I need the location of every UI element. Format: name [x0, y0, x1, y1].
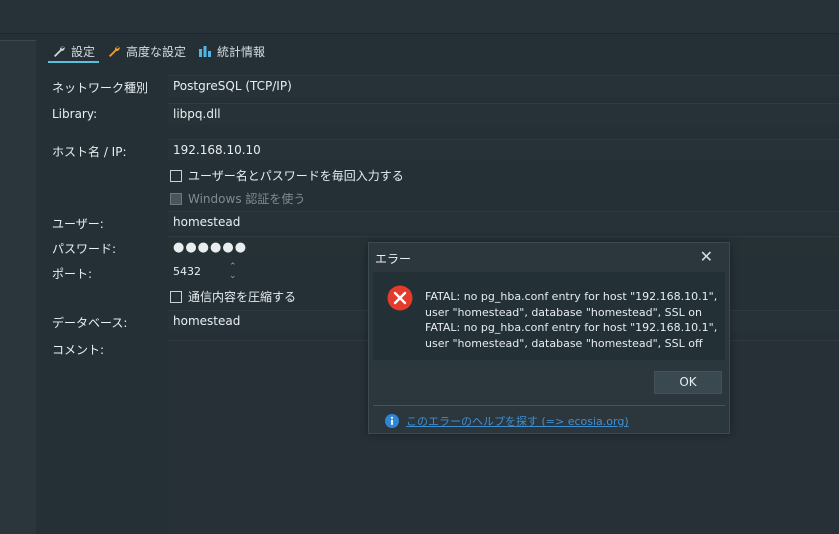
bar-chart-icon — [199, 46, 212, 57]
wrench-orange-icon — [109, 46, 120, 57]
session-list-panel[interactable] — [0, 40, 36, 534]
help-link[interactable]: このエラーのヘルプを探す (=> ecosia.org) — [406, 413, 629, 429]
tab-advanced-settings[interactable]: 高度な設定 — [103, 41, 190, 61]
tab-statistics[interactable]: 統計情報 — [194, 41, 269, 61]
windows-auth-checkbox-row: Windows 認証を使う — [170, 190, 305, 207]
port-spinner[interactable]: ⌃ ⌄ — [229, 263, 237, 281]
error-dialog: エラー ✕ FATAL: no pg_hba.conf entry for ho… — [368, 242, 730, 434]
port-input[interactable]: 5432 — [168, 261, 228, 283]
host-label: ホスト名 / IP: — [52, 145, 127, 159]
comment-label: コメント: — [52, 343, 105, 357]
tab-settings-label: 設定 — [71, 44, 96, 59]
settings-tabs: 設定 高度な設定 統計情報 — [48, 41, 273, 63]
host-input[interactable]: 192.168.10.10 — [168, 139, 839, 161]
network-type-select[interactable]: PostgreSQL (TCP/IP) — [168, 75, 839, 97]
compress-label: 通信内容を圧縮する — [188, 290, 297, 304]
error-icon — [387, 285, 413, 311]
error-message-box: FATAL: no pg_hba.conf entry for host "19… — [373, 272, 725, 360]
compress-checkbox[interactable] — [170, 290, 182, 303]
database-label: データベース: — [52, 316, 128, 330]
wrench-icon — [54, 46, 65, 57]
prompt-credentials-checkbox-row[interactable]: ユーザー名とパスワードを毎回入力する — [170, 167, 404, 184]
tab-advanced-label: 高度な設定 — [126, 44, 187, 59]
prompt-credentials-label: ユーザー名とパスワードを毎回入力する — [188, 169, 404, 183]
user-input[interactable]: homestead — [168, 211, 839, 233]
library-label: Library: — [52, 107, 98, 121]
top-toolbar — [0, 0, 839, 34]
divider — [373, 405, 725, 406]
ok-button[interactable]: OK — [654, 371, 722, 394]
tab-statistics-label: 統計情報 — [217, 44, 266, 59]
dialog-title: エラー — [375, 252, 412, 266]
windows-auth-checkbox — [170, 192, 182, 205]
info-icon — [385, 414, 399, 428]
error-message: FATAL: no pg_hba.conf entry for host "19… — [425, 290, 718, 350]
network-type-label: ネットワーク種別 — [52, 81, 149, 95]
compress-checkbox-row[interactable]: 通信内容を圧縮する — [170, 288, 296, 305]
chevron-down-icon[interactable]: ⌄ — [229, 272, 237, 281]
password-label: パスワード: — [52, 242, 117, 256]
library-select[interactable]: libpq.dll — [168, 103, 839, 125]
user-label: ユーザー: — [52, 217, 104, 231]
tab-settings[interactable]: 設定 — [48, 41, 100, 63]
windows-auth-label: Windows 認証を使う — [188, 192, 306, 206]
port-label: ポート: — [52, 267, 93, 281]
prompt-credentials-checkbox[interactable] — [170, 169, 182, 182]
close-icon[interactable]: ✕ — [700, 247, 713, 266]
help-row: このエラーのヘルプを探す (=> ecosia.org) — [385, 413, 629, 429]
